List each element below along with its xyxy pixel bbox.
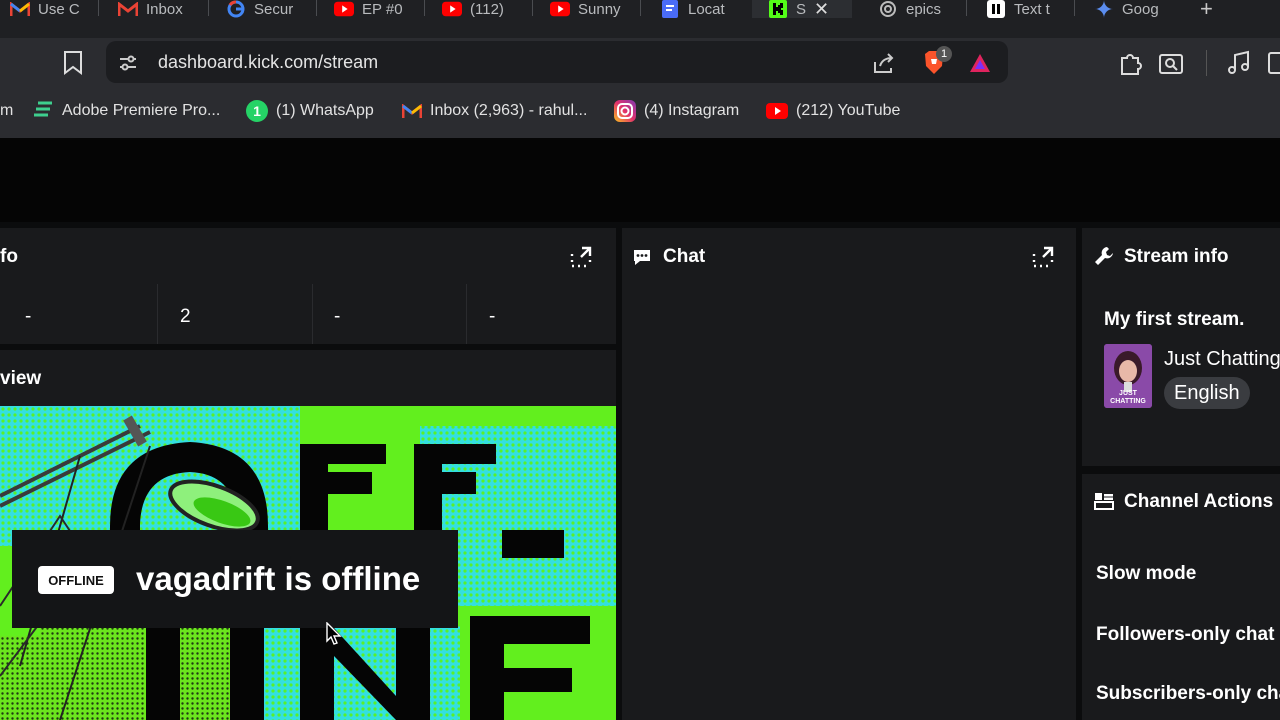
kick-icon: [768, 0, 788, 18]
site-settings-icon[interactable]: [118, 53, 138, 73]
tab-label: Use C: [38, 0, 80, 18]
stat-divider: [312, 284, 313, 344]
bookmark-item[interactable]: (212) YouTube: [766, 100, 900, 122]
session-info-title: fo: [0, 246, 18, 267]
tab-divider: [208, 0, 209, 16]
channel-actions-icon: [1094, 493, 1114, 510]
language-tag: English: [1164, 377, 1250, 409]
dashboard-header: [0, 138, 1280, 222]
tab-label: Inbox: [146, 0, 183, 18]
youtube-icon: [442, 1, 462, 17]
browser-tab[interactable]: epics: [878, 0, 958, 18]
stat-value: 2: [180, 306, 191, 327]
shield-count-badge: 1: [936, 46, 952, 62]
channel-actions-title: Channel Actions: [1124, 491, 1274, 512]
offline-badge: OFFLINE: [38, 566, 114, 594]
google-icon: [226, 0, 246, 18]
whatsapp-icon: 1: [246, 100, 268, 122]
close-tab-icon[interactable]: ✕: [814, 0, 829, 18]
popout-icon[interactable]: [1032, 246, 1054, 268]
browser-tab[interactable]: EP #0: [334, 0, 414, 18]
tab-label: Secur: [254, 0, 294, 18]
chat-panel: [622, 228, 1076, 720]
wrench-icon: [1095, 247, 1113, 265]
category-thumbnail[interactable]: JUST CHATTING: [1104, 344, 1152, 408]
stat-divider: [466, 284, 467, 344]
mouse-cursor-icon: [326, 622, 342, 645]
browser-tab-active[interactable]: S ✕: [752, 0, 852, 18]
tab-divider: [98, 0, 99, 16]
bookmark-item[interactable]: 1 (1) WhatsApp: [246, 100, 374, 122]
youtube-icon: [334, 1, 354, 17]
browser-tab[interactable]: Sunny: [550, 0, 630, 18]
tab-label: epics: [906, 0, 942, 18]
popout-icon[interactable]: [570, 246, 592, 268]
tab-divider: [1074, 0, 1075, 16]
chat-title: Chat: [663, 246, 706, 267]
brave-rewards-icon[interactable]: [968, 52, 992, 74]
browser-tab[interactable]: Locat: [660, 0, 740, 18]
tab-search-icon[interactable]: [1158, 50, 1184, 76]
stream-title: My first stream.: [1104, 309, 1245, 330]
stat-value: -: [489, 306, 496, 327]
stat-divider: [157, 284, 158, 344]
url-text[interactable]: dashboard.kick.com/stream: [158, 52, 378, 73]
premiere-icon: [34, 101, 52, 117]
gmail-icon: [402, 103, 422, 118]
bookmark-item[interactable]: Inbox (2,963) - rahul...: [402, 100, 587, 122]
openai-icon: [878, 1, 898, 17]
followers-only-toggle[interactable]: Followers-only chat: [1096, 624, 1274, 646]
gmail-icon: [118, 1, 138, 17]
offline-message: vagadrift is offline: [136, 560, 421, 597]
subscribers-only-toggle[interactable]: Subscribers-only chat: [1096, 683, 1280, 705]
media-control-icon[interactable]: [1226, 50, 1252, 76]
share-icon[interactable]: [872, 52, 896, 74]
session-info-panel: [0, 228, 616, 344]
tab-divider: [640, 0, 641, 16]
browser-tab[interactable]: Inbox: [118, 0, 198, 18]
tab-divider: [316, 0, 317, 16]
browser-tab[interactable]: Goog: [1094, 0, 1174, 18]
tab-divider: [532, 0, 533, 16]
bookmark-page-icon[interactable]: [62, 50, 84, 76]
slow-mode-toggle[interactable]: Slow mode: [1096, 563, 1196, 585]
tab-label: S: [796, 0, 807, 18]
browser-tab[interactable]: (112): [442, 0, 522, 18]
tab-label: Text t: [1014, 0, 1050, 18]
sidebar-toggle-icon[interactable]: [1266, 50, 1280, 76]
tab-divider: [424, 0, 425, 16]
category-name[interactable]: Just Chatting: [1164, 348, 1280, 371]
tab-label: EP #0: [362, 0, 403, 18]
browser-tab[interactable]: Text t: [986, 0, 1064, 18]
chat-bubble-icon: [634, 250, 650, 265]
browser-tab[interactable]: Secur: [226, 0, 306, 18]
tab-label: (112): [470, 0, 504, 18]
pause-icon: [986, 0, 1006, 18]
bookmark-item-partial[interactable]: m: [0, 100, 13, 122]
stat-value: -: [25, 306, 32, 327]
brave-shields-button[interactable]: 1: [922, 46, 952, 81]
new-tab-button[interactable]: +: [1200, 0, 1213, 22]
tab-divider: [966, 0, 967, 16]
youtube-icon: [766, 103, 788, 119]
extensions-icon[interactable]: [1118, 50, 1144, 76]
gmail-icon: [10, 1, 30, 17]
stat-value: -: [334, 306, 341, 327]
browser-tab[interactable]: Use C: [10, 0, 88, 18]
toolbar-divider: [1206, 50, 1207, 76]
tab-label: Locat: [688, 0, 725, 18]
thumbnail-text: JUST CHATTING: [1110, 390, 1146, 405]
stream-info-title: Stream info: [1124, 246, 1229, 267]
gemini-icon: [1094, 0, 1114, 18]
stream-preview-title: view: [0, 368, 42, 389]
tab-label: Sunny: [578, 0, 621, 18]
bookmark-item[interactable]: Adobe Premiere Pro...: [32, 100, 220, 122]
bookmark-item[interactable]: (4) Instagram: [614, 100, 739, 122]
tab-label: Goog: [1122, 0, 1159, 18]
instagram-icon: [614, 100, 636, 122]
youtube-icon: [550, 1, 570, 17]
forms-icon: [660, 0, 680, 18]
